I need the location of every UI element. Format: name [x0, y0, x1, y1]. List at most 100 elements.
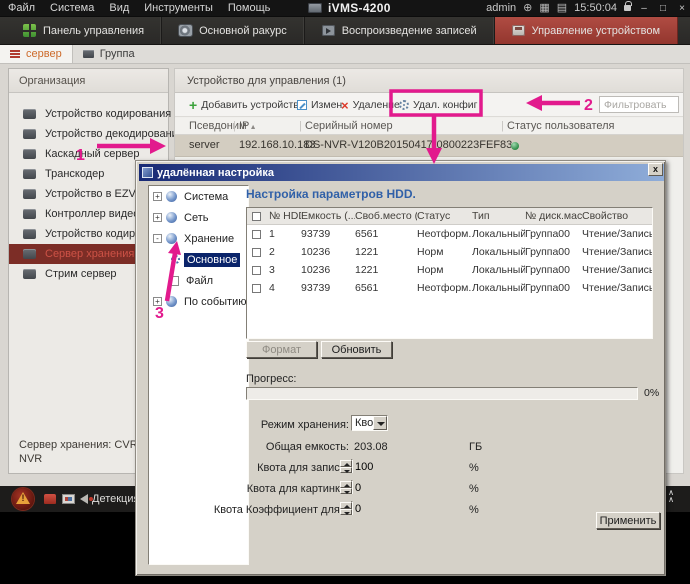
storage-mode-select[interactable]: Квота: [351, 415, 388, 431]
device-type-icon: [23, 249, 36, 259]
refresh-button[interactable]: Обновить: [321, 341, 392, 358]
ratio-quota-stepper[interactable]: [351, 501, 353, 515]
hdd-num: 2: [269, 246, 301, 258]
apply-button[interactable]: Применить: [596, 512, 660, 529]
remote-config-button[interactable]: Удал. конфиг: [399, 93, 477, 117]
filter-input[interactable]: [599, 96, 679, 113]
col-type: Тип: [472, 210, 525, 222]
dialog-title-bar[interactable]: удалённая настройка: [139, 164, 664, 181]
globe-icon[interactable]: ⊕: [523, 0, 532, 16]
screen: Файл Система Вид Инструменты Помощь iVMS-420…: [0, 0, 690, 584]
snapshot-icon[interactable]: [62, 494, 75, 504]
alarm-warning-icon[interactable]: !: [12, 488, 34, 510]
lock-icon[interactable]: [624, 5, 631, 11]
hdd-row[interactable]: 2 10236 1221 Норм Локальный Группа00 Чте…: [247, 243, 652, 261]
expand-icon[interactable]: +: [153, 192, 162, 201]
sidebar-item[interactable]: Устройство кодирования: [9, 104, 168, 124]
sub-tabs: сервер Группа: [0, 45, 690, 64]
tab-device-management[interactable]: Управление устройством: [495, 17, 678, 44]
expand-icon[interactable]: +: [153, 213, 162, 222]
record-quota-input[interactable]: [352, 460, 434, 473]
format-button[interactable]: Формат: [246, 341, 317, 358]
select-all-checkbox[interactable]: [252, 212, 261, 221]
menu-items: Файл Система Вид Инструменты Помощь: [0, 2, 270, 14]
hdd-checkbox[interactable]: [252, 230, 261, 239]
organization-header: Организация: [9, 69, 168, 93]
picture-quota-row: Квота для картинки: %: [136, 481, 667, 497]
hdd-status: Неотформ...: [417, 228, 472, 240]
dialog-close-button[interactable]: x: [648, 163, 663, 176]
record-quota-stepper[interactable]: [351, 459, 353, 473]
hdd-row[interactable]: 4 93739 6561 Неотформ... Локальный Групп…: [247, 279, 652, 297]
tree-item-event[interactable]: + По событию: [149, 291, 248, 312]
chevron-down-icon[interactable]: [373, 416, 387, 430]
hdd-status: Норм: [417, 264, 472, 276]
col-disk-group: № диск.мас...: [525, 210, 582, 222]
menu-bar: Файл Система Вид Инструменты Помощь iVMS-420…: [0, 0, 690, 16]
hdd-checkbox[interactable]: [252, 284, 261, 293]
col-ip[interactable]: IP: [239, 120, 249, 132]
hdd-table: № HDD. Емкость (... Своб.место (... Стат…: [246, 207, 653, 339]
menu-item[interactable]: Помощь: [228, 2, 271, 14]
col-serial[interactable]: Серийный номер: [305, 120, 393, 132]
menu-item[interactable]: Вид: [109, 2, 129, 14]
subtab-group[interactable]: Группа: [73, 45, 145, 63]
ratio-quota-input[interactable]: [352, 502, 434, 515]
picture-quota-input[interactable]: [352, 481, 434, 494]
total-capacity-unit: ГБ: [469, 441, 482, 453]
col-property: Свойство: [582, 210, 652, 222]
hdd-free-space: 6561: [355, 282, 417, 294]
monitor-icon[interactable]: ▦: [539, 0, 549, 16]
hdd-checkbox[interactable]: [252, 248, 261, 257]
tree-label: Сеть: [181, 211, 211, 225]
device-row-server[interactable]: server 192.168.10.183 DS-NVR-V120B201504…: [175, 135, 683, 157]
tab-control-panel[interactable]: Панель управления: [6, 17, 162, 44]
alarm-event-icon[interactable]: [44, 494, 56, 504]
add-device-button[interactable]: + Добавить устройство: [189, 93, 305, 117]
tab-playback[interactable]: Воспроизведение записей: [305, 17, 495, 44]
col-user-status[interactable]: Статус пользователя: [507, 120, 615, 132]
storage-mode-row: Режим хранения: Квота: [136, 417, 667, 433]
spin-down-icon[interactable]: [340, 467, 352, 474]
maximize-button[interactable]: □: [657, 3, 669, 14]
menu-item[interactable]: Инструменты: [144, 2, 213, 14]
subtab-label: сервер: [26, 48, 62, 60]
hdd-checkbox[interactable]: [252, 266, 261, 275]
tree-item-storage[interactable]: - Хранение: [149, 228, 248, 249]
tree-item-network[interactable]: + Сеть: [149, 207, 248, 228]
device-type-icon: [23, 209, 36, 219]
hdd-property: Чтение/Запись: [582, 264, 652, 276]
hdd-row[interactable]: 1 93739 6561 Неотформ... Локальный Групп…: [247, 225, 652, 243]
playback-icon: [322, 25, 335, 36]
speaker-icon[interactable]: [80, 494, 88, 504]
menu-item[interactable]: Система: [50, 2, 94, 14]
hdd-settings-heading: Настройка параметров HDD.: [246, 187, 416, 201]
sidebar-item-label: Транскодер: [45, 168, 104, 180]
app-brand: iVMS-4200: [308, 1, 391, 15]
close-button[interactable]: ×: [676, 3, 688, 14]
subtab-server[interactable]: сервер: [0, 45, 73, 63]
tab-main-view[interactable]: Основной ракурс: [162, 17, 305, 44]
hdd-row[interactable]: 3 10236 1221 Норм Локальный Группа00 Чте…: [247, 261, 652, 279]
hdd-free-space: 1221: [355, 264, 417, 276]
menu-item[interactable]: Файл: [8, 2, 35, 14]
tree-item-system[interactable]: + Система: [149, 186, 248, 207]
collapse-icon[interactable]: -: [153, 234, 162, 243]
username: admin: [486, 2, 516, 14]
tree-item-file[interactable]: Файл: [149, 270, 248, 291]
spin-down-icon[interactable]: [340, 509, 352, 516]
calendar-icon[interactable]: ▤: [557, 0, 567, 16]
app-logo-icon: [308, 3, 322, 13]
delete-device-button[interactable]: × Удаление: [341, 93, 400, 117]
app-title: iVMS-4200: [328, 1, 391, 15]
hdd-disk-group: Группа00: [525, 228, 582, 240]
minimize-button[interactable]: –: [638, 3, 650, 14]
expand-icon[interactable]: +: [153, 297, 162, 306]
sidebar-item[interactable]: Устройство декодирования: [9, 124, 168, 144]
tree-item-general[interactable]: Основное: [149, 249, 248, 270]
spin-down-icon[interactable]: [340, 488, 352, 495]
picture-quota-stepper[interactable]: [351, 480, 353, 494]
edit-device-button[interactable]: Измен: [297, 93, 342, 117]
tree-label: Файл: [183, 274, 216, 288]
subtab-label: Группа: [100, 48, 135, 60]
